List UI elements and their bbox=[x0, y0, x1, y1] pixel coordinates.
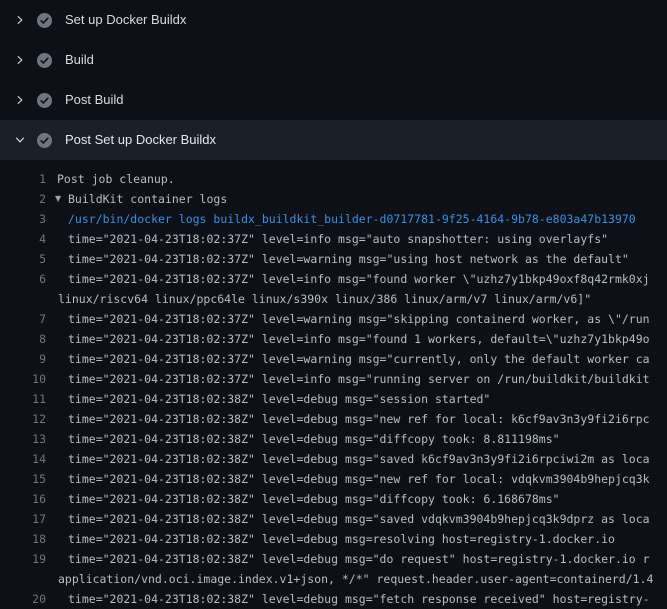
log-line: 13 time="2021-04-23T18:02:38Z" level=deb… bbox=[0, 429, 667, 449]
log-text: time="2021-04-23T18:02:37Z" level=warnin… bbox=[68, 249, 629, 269]
log-line: 16 time="2021-04-23T18:02:38Z" level=deb… bbox=[0, 489, 667, 509]
log-line: 8 time="2021-04-23T18:02:37Z" level=info… bbox=[0, 329, 667, 349]
line-number[interactable]: 4 bbox=[0, 229, 46, 249]
log-text: application/vnd.oci.image.index.v1+json,… bbox=[58, 569, 653, 589]
log-line: 12 time="2021-04-23T18:02:38Z" level=deb… bbox=[0, 409, 667, 429]
log-text: time="2021-04-23T18:02:38Z" level=debug … bbox=[68, 429, 560, 449]
log-text: /usr/bin/docker logs buildx_buildkit_bui… bbox=[68, 209, 636, 229]
log-line: 19 time="2021-04-23T18:02:38Z" level=deb… bbox=[0, 549, 667, 569]
step-label: Post Set up Docker Buildx bbox=[65, 120, 216, 160]
check-circle-icon bbox=[37, 53, 52, 68]
log-text: time="2021-04-23T18:02:38Z" level=debug … bbox=[68, 409, 650, 429]
step-header-set-up-docker-buildx[interactable]: Set up Docker Buildx bbox=[0, 0, 667, 40]
group-expanded-caret-icon: ▼ bbox=[55, 189, 61, 209]
log-line: 1 Post job cleanup. bbox=[0, 169, 667, 189]
line-number[interactable]: 19 bbox=[0, 549, 46, 569]
line-number[interactable]: 3 bbox=[0, 209, 46, 229]
log-line: 9 time="2021-04-23T18:02:37Z" level=warn… bbox=[0, 349, 667, 369]
step-label: Build bbox=[65, 40, 94, 80]
log-line: 17 time="2021-04-23T18:02:38Z" level=deb… bbox=[0, 509, 667, 529]
line-number[interactable]: 6 bbox=[0, 269, 46, 289]
log-text: linux/riscv64 linux/ppc64le linux/s390x … bbox=[58, 289, 591, 309]
line-number[interactable]: 11 bbox=[0, 389, 46, 409]
log-text: time="2021-04-23T18:02:37Z" level=info m… bbox=[68, 229, 608, 249]
line-number[interactable]: 9 bbox=[0, 349, 46, 369]
step-label: Set up Docker Buildx bbox=[65, 0, 186, 40]
actions-log-viewer: Set up Docker Buildx Build Post Build bbox=[0, 0, 667, 600]
log-line: 4 time="2021-04-23T18:02:37Z" level=info… bbox=[0, 229, 667, 249]
log-text: time="2021-04-23T18:02:37Z" level=warnin… bbox=[68, 309, 650, 329]
log-line: 6 time="2021-04-23T18:02:37Z" level=info… bbox=[0, 269, 667, 289]
log-text: time="2021-04-23T18:02:37Z" level=warnin… bbox=[68, 349, 650, 369]
log-text: time="2021-04-23T18:02:38Z" level=debug … bbox=[68, 449, 650, 469]
log-text: time="2021-04-23T18:02:38Z" level=debug … bbox=[68, 549, 650, 569]
log-text: time="2021-04-23T18:02:38Z" level=debug … bbox=[68, 469, 650, 489]
log-line: 5 time="2021-04-23T18:02:37Z" level=warn… bbox=[0, 249, 667, 269]
check-circle-icon bbox=[37, 133, 52, 148]
line-number[interactable]: 7 bbox=[0, 309, 46, 329]
log-line: 20 time="2021-04-23T18:02:38Z" level=deb… bbox=[0, 589, 667, 609]
line-number[interactable]: 18 bbox=[0, 529, 46, 549]
line-number[interactable]: 14 bbox=[0, 449, 46, 469]
log-line: 11 time="2021-04-23T18:02:38Z" level=deb… bbox=[0, 389, 667, 409]
line-number[interactable]: 15 bbox=[0, 469, 46, 489]
check-circle-icon bbox=[37, 93, 52, 108]
log-text: time="2021-04-23T18:02:37Z" level=info m… bbox=[68, 269, 650, 289]
chevron-right-icon bbox=[13, 93, 27, 107]
line-number[interactable]: 13 bbox=[0, 429, 46, 449]
line-number[interactable]: 16 bbox=[0, 489, 46, 509]
chevron-right-icon bbox=[13, 53, 27, 67]
log-line: 10 time="2021-04-23T18:02:37Z" level=inf… bbox=[0, 369, 667, 389]
log-group-title: BuildKit container logs bbox=[68, 189, 227, 209]
step-label: Post Build bbox=[65, 80, 124, 120]
step-header-post-build[interactable]: Post Build bbox=[0, 80, 667, 120]
line-number[interactable]: 17 bbox=[0, 509, 46, 529]
log-content: 1 Post job cleanup. 2 ▼ BuildKit contain… bbox=[0, 160, 667, 609]
log-text: time="2021-04-23T18:02:38Z" level=debug … bbox=[68, 589, 650, 609]
log-line-wrap: linux/riscv64 linux/ppc64le linux/s390x … bbox=[0, 289, 667, 309]
log-text: Post job cleanup. bbox=[57, 169, 175, 189]
log-text: time="2021-04-23T18:02:38Z" level=debug … bbox=[68, 529, 615, 549]
step-header-post-set-up-docker-buildx[interactable]: Post Set up Docker Buildx bbox=[0, 120, 667, 160]
line-number[interactable]: 8 bbox=[0, 329, 46, 349]
log-text: time="2021-04-23T18:02:38Z" level=debug … bbox=[68, 509, 650, 529]
log-line: 14 time="2021-04-23T18:02:38Z" level=deb… bbox=[0, 449, 667, 469]
line-number[interactable]: 2 bbox=[0, 189, 46, 209]
log-line: 7 time="2021-04-23T18:02:37Z" level=warn… bbox=[0, 309, 667, 329]
log-text: time="2021-04-23T18:02:37Z" level=info m… bbox=[68, 369, 650, 389]
log-line: 15 time="2021-04-23T18:02:38Z" level=deb… bbox=[0, 469, 667, 489]
line-number[interactable]: 1 bbox=[0, 169, 46, 189]
log-line-wrap: application/vnd.oci.image.index.v1+json,… bbox=[0, 569, 667, 589]
line-number[interactable]: 10 bbox=[0, 369, 46, 389]
log-text: time="2021-04-23T18:02:38Z" level=debug … bbox=[68, 489, 560, 509]
log-line-command: 3 /usr/bin/docker logs buildx_buildkit_b… bbox=[0, 209, 667, 229]
log-text: time="2021-04-23T18:02:38Z" level=debug … bbox=[68, 389, 490, 409]
chevron-down-icon bbox=[13, 133, 27, 147]
log-line: 18 time="2021-04-23T18:02:38Z" level=deb… bbox=[0, 529, 667, 549]
line-number[interactable]: 5 bbox=[0, 249, 46, 269]
line-number[interactable]: 12 bbox=[0, 409, 46, 429]
line-number[interactable]: 20 bbox=[0, 589, 46, 609]
step-header-build[interactable]: Build bbox=[0, 40, 667, 80]
chevron-right-icon bbox=[13, 13, 27, 27]
step-list: Set up Docker Buildx Build Post Build bbox=[0, 0, 667, 160]
log-group-toggle[interactable]: 2 ▼ BuildKit container logs bbox=[0, 189, 667, 209]
log-text: time="2021-04-23T18:02:37Z" level=info m… bbox=[68, 329, 650, 349]
check-circle-icon bbox=[37, 13, 52, 28]
